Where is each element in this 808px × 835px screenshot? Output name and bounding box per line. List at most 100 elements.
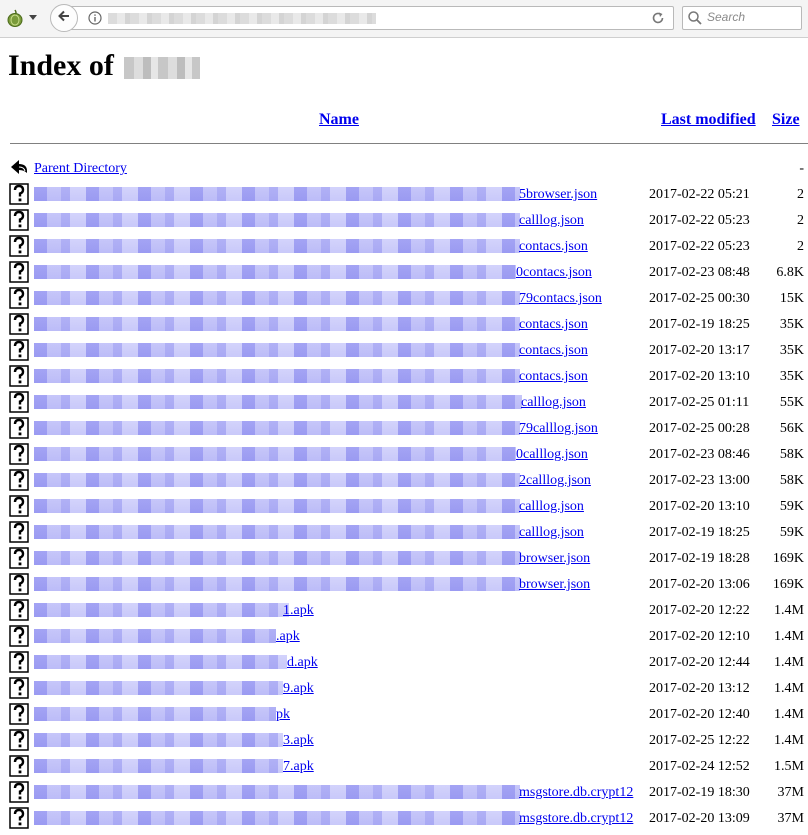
file-size: 1.4M — [774, 707, 804, 722]
back-button[interactable] — [50, 4, 78, 32]
redacted-file-name[interactable] — [34, 733, 283, 747]
file-size: 59K — [779, 525, 804, 540]
file-row: 9.apk 2017-02-20 13:12 1.4M — [0, 676, 808, 700]
file-row: pk 2017-02-20 12:40 1.4M — [0, 702, 808, 726]
redacted-file-name[interactable] — [34, 291, 520, 305]
redacted-file-name[interactable] — [34, 785, 520, 799]
parent-directory-size: - — [799, 161, 804, 176]
file-size: 169K — [772, 551, 804, 566]
unknown-file-icon — [9, 521, 29, 543]
redacted-file-name[interactable] — [34, 265, 516, 279]
redacted-file-name[interactable] — [34, 499, 520, 513]
file-link[interactable]: contacs.json — [519, 368, 588, 386]
file-link[interactable]: msgstore.db.crypt12 — [519, 810, 633, 828]
file-link[interactable]: msgstore.db.crypt12 — [519, 784, 633, 802]
file-link[interactable]: browser.json — [519, 576, 590, 594]
file-link[interactable]: 1.apk — [283, 602, 314, 620]
file-link[interactable]: contacs.json — [519, 316, 588, 334]
file-size: 58K — [779, 473, 804, 488]
file-link[interactable]: calllog.json — [521, 394, 586, 412]
redacted-file-name[interactable] — [34, 551, 520, 565]
unknown-file-icon — [9, 209, 29, 231]
file-link[interactable]: d.apk — [287, 654, 318, 672]
redacted-file-name[interactable] — [34, 681, 283, 695]
unknown-file-icon — [9, 443, 29, 465]
search-placeholder: Search — [707, 10, 746, 24]
tor-button[interactable] — [6, 8, 38, 28]
file-size: 1.4M — [774, 733, 804, 748]
unknown-file-icon — [9, 235, 29, 257]
redacted-file-name[interactable] — [34, 707, 276, 721]
file-row: browser.json 2017-02-20 13:06 169K — [0, 572, 808, 596]
redacted-file-name[interactable] — [34, 655, 287, 669]
file-size: 56K — [779, 421, 804, 436]
redacted-file-name[interactable] — [34, 213, 520, 227]
redacted-file-name[interactable] — [34, 759, 283, 773]
redacted-file-name[interactable] — [34, 369, 520, 383]
file-link[interactable]: 0calllog.json — [516, 446, 588, 464]
redacted-file-name[interactable] — [34, 629, 276, 643]
redacted-file-name[interactable] — [34, 187, 520, 201]
redacted-file-name[interactable] — [34, 603, 289, 617]
file-link[interactable]: 5browser.json — [519, 186, 597, 204]
file-last-modified: 2017-02-22 05:21 — [649, 187, 750, 202]
file-link[interactable]: 7.apk — [283, 758, 314, 776]
file-link[interactable]: 2calllog.json — [519, 472, 591, 490]
file-link[interactable]: calllog.json — [519, 212, 584, 230]
redacted-file-name[interactable] — [34, 577, 520, 591]
chevron-down-icon — [29, 15, 37, 21]
file-link[interactable]: 9.apk — [283, 680, 314, 698]
redacted-file-name[interactable] — [34, 239, 520, 253]
info-icon[interactable] — [88, 11, 102, 30]
file-row: 79contacs.json 2017-02-25 00:30 15K — [0, 286, 808, 310]
file-link[interactable]: .apk — [276, 628, 300, 646]
file-link[interactable]: 79calllog.json — [519, 420, 598, 438]
header-divider — [10, 143, 808, 144]
search-bar[interactable]: Search — [682, 6, 802, 30]
file-row: browser.json 2017-02-19 18:28 169K — [0, 546, 808, 570]
redacted-file-name[interactable] — [34, 525, 520, 539]
sort-by-last-modified-link[interactable]: Last modified — [661, 110, 756, 130]
file-link[interactable]: 0contacs.json — [516, 264, 592, 282]
redacted-file-name[interactable] — [34, 473, 520, 487]
redacted-file-name[interactable] — [34, 317, 520, 331]
url-bar[interactable] — [66, 6, 674, 30]
file-link[interactable]: 79contacs.json — [519, 290, 602, 308]
unknown-file-icon — [9, 339, 29, 361]
redacted-file-name[interactable] — [34, 421, 520, 435]
file-row: d.apk 2017-02-20 12:44 1.4M — [0, 650, 808, 674]
unknown-file-icon — [9, 287, 29, 309]
file-row: contacs.json 2017-02-20 13:10 35K — [0, 364, 808, 388]
sort-by-name-link[interactable]: Name — [319, 110, 359, 130]
file-link[interactable]: pk — [276, 706, 290, 724]
file-last-modified: 2017-02-20 13:12 — [649, 681, 750, 696]
unknown-file-icon — [9, 599, 29, 621]
redacted-file-name[interactable] — [34, 343, 520, 357]
back-arrow-icon — [57, 9, 71, 28]
file-link[interactable]: contacs.json — [519, 342, 588, 360]
unknown-file-icon — [9, 781, 29, 803]
file-row: 0calllog.json 2017-02-23 08:46 58K — [0, 442, 808, 466]
parent-directory-link[interactable]: Parent Directory — [34, 160, 127, 178]
redacted-file-name[interactable] — [34, 395, 522, 409]
file-size: 15K — [779, 291, 804, 306]
file-row: contacs.json 2017-02-19 18:25 35K — [0, 312, 808, 336]
file-size: 35K — [779, 317, 804, 332]
file-link[interactable]: calllog.json — [519, 524, 584, 542]
file-row: 79calllog.json 2017-02-25 00:28 56K — [0, 416, 808, 440]
reload-icon[interactable] — [651, 11, 665, 30]
file-last-modified: 2017-02-20 13:06 — [649, 577, 750, 592]
file-link[interactable]: contacs.json — [519, 238, 588, 256]
redacted-file-name[interactable] — [34, 447, 516, 461]
file-link[interactable]: calllog.json — [519, 498, 584, 516]
file-link[interactable]: browser.json — [519, 550, 590, 568]
file-last-modified: 2017-02-19 18:28 — [649, 551, 750, 566]
file-size: 1.5M — [774, 759, 804, 774]
file-size: 35K — [779, 369, 804, 384]
sort-by-size-link[interactable]: Size — [772, 110, 800, 130]
file-link[interactable]: 3.apk — [283, 732, 314, 750]
redacted-file-name[interactable] — [34, 811, 520, 825]
file-row: calllog.json 2017-02-20 13:10 59K — [0, 494, 808, 518]
file-last-modified: 2017-02-19 18:25 — [649, 525, 750, 540]
file-last-modified: 2017-02-23 08:48 — [649, 265, 750, 280]
